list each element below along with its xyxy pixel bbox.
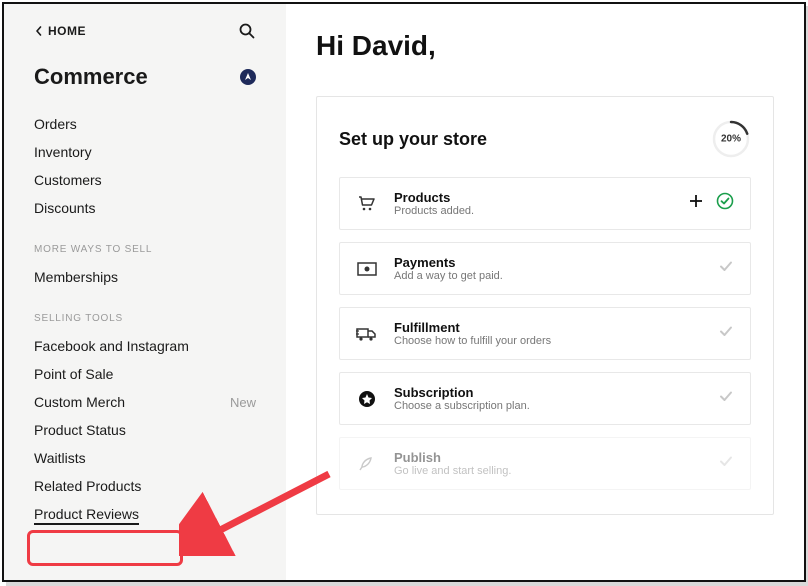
sidebar-item-label: Inventory [34,144,92,160]
sidebar-item-orders[interactable]: Orders [34,110,256,138]
payments-icon [356,258,378,280]
sidebar-item-inventory[interactable]: Inventory [34,138,256,166]
setup-step-publish: Publish Go live and start selling. [339,437,751,490]
sidebar-item-custom-merch[interactable]: Custom Merch New [34,388,256,416]
sidebar: HOME Commerce Orders Inventory Customers… [4,4,286,580]
step-sub: Go live and start selling. [394,465,702,477]
sidebar-heading-more-ways: MORE WAYS TO SELL [34,222,256,263]
progress-ring: 20% [711,119,751,159]
sidebar-item-label: Orders [34,116,77,132]
new-badge: New [230,395,256,410]
home-link[interactable]: HOME [34,24,86,38]
sidebar-item-memberships[interactable]: Memberships [34,263,256,291]
subscription-icon [356,388,378,410]
check-pending-icon [718,453,734,474]
panel-title: Set up your store [339,129,487,150]
sidebar-item-label: Product Status [34,422,126,438]
step-title: Fulfillment [394,320,702,335]
progress-label: 20% [721,134,741,145]
sidebar-item-product-reviews[interactable]: Product Reviews [34,500,256,531]
add-product-button[interactable] [688,193,704,214]
sidebar-item-label: Waitlists [34,450,86,466]
step-title: Subscription [394,385,702,400]
step-sub: Choose how to fulfill your orders [394,335,702,347]
sidebar-item-discounts[interactable]: Discounts [34,194,256,222]
sidebar-item-label: Point of Sale [34,366,113,382]
step-sub: Choose a subscription plan. [394,400,702,412]
sidebar-item-customers[interactable]: Customers [34,166,256,194]
fulfillment-icon [356,323,378,345]
sidebar-item-facebook-instagram[interactable]: Facebook and Instagram [34,332,256,360]
sidebar-item-label: Product Reviews [34,506,139,525]
sidebar-title: Commerce [34,64,148,90]
setup-step-subscription[interactable]: Subscription Choose a subscription plan. [339,372,751,425]
sidebar-item-label: Facebook and Instagram [34,338,189,354]
check-done-icon [716,192,734,215]
setup-step-fulfillment[interactable]: Fulfillment Choose how to fulfill your o… [339,307,751,360]
sidebar-heading-selling-tools: SELLING TOOLS [34,291,256,332]
publish-icon [356,453,378,475]
search-icon[interactable] [238,22,256,40]
sidebar-item-product-status[interactable]: Product Status [34,416,256,444]
setup-step-products[interactable]: Products Products added. [339,177,751,230]
step-sub: Add a way to get paid. [394,270,702,282]
setup-step-payments[interactable]: Payments Add a way to get paid. [339,242,751,295]
greeting: Hi David, [316,30,774,62]
sidebar-item-label: Memberships [34,269,118,285]
setup-panel: Set up your store 20% Products Products … [316,96,774,515]
step-title: Products [394,190,672,205]
sidebar-item-related-products[interactable]: Related Products [34,472,256,500]
sidebar-item-waitlists[interactable]: Waitlists [34,444,256,472]
chevron-left-icon [34,26,44,36]
cart-icon [356,193,378,215]
main-content: Hi David, Set up your store 20% P [286,4,804,580]
step-title: Payments [394,255,702,270]
check-pending-icon [718,258,734,279]
sidebar-item-point-of-sale[interactable]: Point of Sale [34,360,256,388]
check-pending-icon [718,323,734,344]
check-pending-icon [718,388,734,409]
step-sub: Products added. [394,205,672,217]
sidebar-item-label: Related Products [34,478,141,494]
step-title: Publish [394,450,702,465]
sidebar-item-label: Custom Merch [34,394,125,410]
home-label: HOME [48,24,86,38]
compass-icon[interactable] [240,69,256,85]
sidebar-item-label: Customers [34,172,102,188]
sidebar-item-label: Discounts [34,200,95,216]
